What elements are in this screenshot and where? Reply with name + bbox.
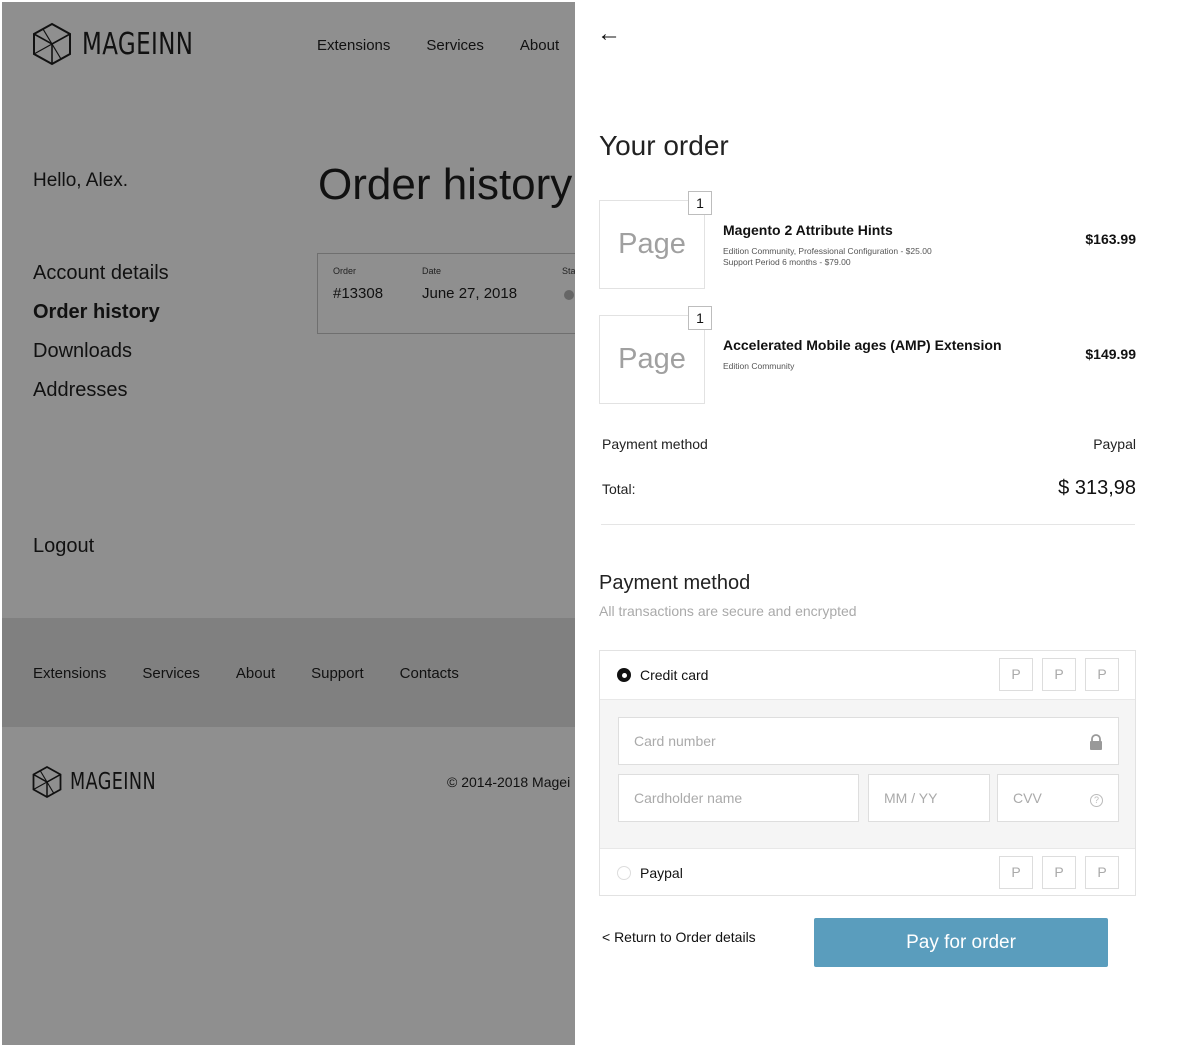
order-date: June 27, 2018 bbox=[422, 285, 518, 302]
product-price: $163.99 bbox=[1085, 231, 1136, 247]
mageinn-logo-icon bbox=[32, 765, 62, 799]
footer-logo[interactable]: MAGEINN bbox=[32, 765, 171, 799]
expiry-field[interactable]: MM / YY bbox=[868, 774, 990, 822]
side-menu-downloads[interactable]: Downloads bbox=[33, 338, 169, 377]
paypal-label: Paypal bbox=[640, 865, 683, 881]
footer-nav-support[interactable]: Support bbox=[311, 665, 364, 682]
paypal-radio[interactable] bbox=[617, 866, 631, 880]
order-drawer: ← Your order Page 1 Magento 2 Attribute … bbox=[575, 2, 1175, 1045]
product-price: $149.99 bbox=[1085, 346, 1136, 362]
date-label: Date bbox=[422, 266, 442, 276]
cardholder-placeholder: Cardholder name bbox=[634, 790, 743, 806]
card-number-field[interactable]: Card number bbox=[618, 717, 1119, 765]
side-menu-addresses[interactable]: Addresses bbox=[33, 377, 169, 416]
credit-card-form: Card number Cardholder name MM / YY CVV … bbox=[600, 699, 1135, 849]
side-menu-order-history[interactable]: Order history bbox=[33, 299, 169, 338]
summary-total-label: Total: bbox=[602, 481, 636, 497]
card-brand-badge: P bbox=[1042, 658, 1076, 691]
order-number: #13308 bbox=[333, 285, 384, 302]
paypal-badge: P bbox=[1042, 856, 1076, 889]
credit-card-label: Credit card bbox=[640, 667, 709, 683]
product-option-line: Edition Community bbox=[723, 361, 795, 371]
product-options: Edition Community, Professional Configur… bbox=[723, 246, 932, 268]
footer-nav-extensions[interactable]: Extensions bbox=[33, 665, 106, 682]
divider bbox=[601, 524, 1135, 525]
card-number-placeholder: Card number bbox=[634, 733, 716, 749]
summary-total-row: Total: $ 313,98 bbox=[602, 477, 1136, 500]
order-item: Page 1 Magento 2 Attribute Hints Edition… bbox=[599, 191, 1136, 290]
logo-text: MAGEINN bbox=[70, 769, 157, 795]
paypal-badge: P bbox=[1085, 856, 1119, 889]
logo-text: MAGEINN bbox=[82, 26, 194, 62]
cvv-field[interactable]: CVV ? bbox=[997, 774, 1119, 822]
summary-payment-label: Payment method bbox=[602, 436, 708, 452]
account-side-menu: Account details Order history Downloads … bbox=[33, 260, 169, 416]
footer-nav-contacts[interactable]: Contacts bbox=[400, 665, 459, 682]
quantity-badge: 1 bbox=[688, 191, 712, 215]
product-name: Accelerated Mobile ages (AMP) Extension bbox=[723, 337, 1002, 353]
card-brand-badges: P P P bbox=[999, 658, 1119, 691]
logout-link[interactable]: Logout bbox=[33, 535, 94, 558]
drawer-title: Your order bbox=[599, 130, 729, 161]
summary-total-value: $ 313,98 bbox=[1058, 477, 1136, 499]
credit-card-radio[interactable] bbox=[617, 668, 631, 682]
page-title: Order history bbox=[318, 160, 573, 209]
lock-icon bbox=[1089, 718, 1103, 764]
nav-about[interactable]: About bbox=[520, 37, 559, 54]
nav-extensions[interactable]: Extensions bbox=[317, 37, 390, 54]
return-to-order-details-link[interactable]: < Return to Order details bbox=[602, 929, 756, 945]
paypal-option[interactable]: Paypal P P P bbox=[600, 849, 1135, 897]
quantity-badge: 1 bbox=[688, 306, 712, 330]
payment-method-subtitle: All transactions are secure and encrypte… bbox=[599, 603, 857, 619]
footer-nav-services[interactable]: Services bbox=[142, 665, 200, 682]
pay-for-order-button[interactable]: Pay for order bbox=[814, 918, 1108, 967]
paypal-badges: P P P bbox=[999, 856, 1119, 889]
header-logo[interactable]: MAGEINN bbox=[32, 22, 213, 66]
help-glyph: ? bbox=[1090, 794, 1103, 807]
top-nav: Extensions Services About bbox=[317, 37, 559, 54]
footer-nav: Extensions Services About Support Contac… bbox=[33, 665, 459, 682]
status-label: Sta bbox=[562, 266, 576, 276]
card-brand-badge: P bbox=[999, 658, 1033, 691]
footer-nav-about[interactable]: About bbox=[236, 665, 275, 682]
credit-card-option[interactable]: Credit card P P P bbox=[600, 651, 1135, 699]
nav-services[interactable]: Services bbox=[426, 37, 484, 54]
product-options: Edition Community bbox=[723, 361, 794, 372]
help-icon[interactable]: ? bbox=[1090, 775, 1103, 821]
summary-payment-row: Payment method Paypal bbox=[602, 436, 1136, 452]
product-option-line: Edition Community, Professional Configur… bbox=[723, 246, 932, 256]
payment-method-title: Payment method bbox=[599, 572, 751, 594]
side-menu-account-details[interactable]: Account details bbox=[33, 260, 169, 299]
product-name: Magento 2 Attribute Hints bbox=[723, 222, 893, 238]
order-item: Page 1 Accelerated Mobile ages (AMP) Ext… bbox=[599, 306, 1136, 405]
card-brand-badge: P bbox=[1085, 658, 1119, 691]
greeting: Hello, Alex. bbox=[33, 170, 129, 191]
order-label: Order bbox=[333, 266, 357, 276]
payment-options: Credit card P P P Card number Cardholder… bbox=[599, 650, 1136, 896]
paypal-badge: P bbox=[999, 856, 1033, 889]
expiry-placeholder: MM / YY bbox=[884, 790, 938, 806]
status-dot bbox=[564, 290, 574, 300]
summary-payment-value: Paypal bbox=[1093, 436, 1136, 452]
order-card[interactable]: Order #13308 Date June 27, 2018 Sta bbox=[317, 253, 617, 334]
cvv-placeholder: CVV bbox=[1013, 790, 1042, 806]
copyright: © 2014-2018 Magei bbox=[447, 774, 571, 790]
cardholder-name-field[interactable]: Cardholder name bbox=[618, 774, 859, 822]
arrow-left-icon[interactable]: ← bbox=[597, 20, 621, 48]
mageinn-logo-icon bbox=[33, 22, 71, 66]
product-option-line: Support Period 6 months - $79.00 bbox=[723, 257, 851, 267]
